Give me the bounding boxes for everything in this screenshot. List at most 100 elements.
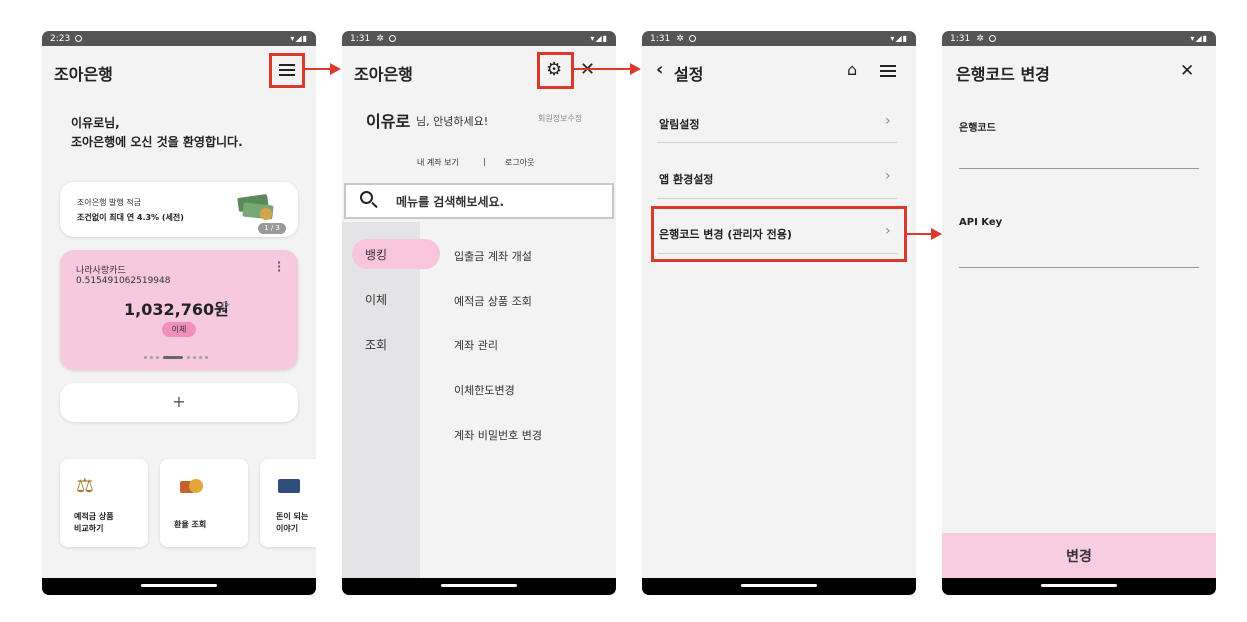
status-icon — [75, 35, 83, 42]
divider — [657, 142, 897, 143]
chevron-right-icon: › — [885, 113, 891, 129]
category-label: 뱅킹 — [365, 248, 388, 262]
home-indicator[interactable] — [141, 584, 217, 587]
promo-page-indicator: 1 / 3 — [258, 223, 286, 234]
link-separator: | — [483, 157, 486, 166]
app-title: 조아은행 — [54, 65, 113, 84]
account-balance: 1,032,760원 — [124, 300, 229, 319]
menu-screen: 1:31 ✲ ▾◢▮ 조아은행 ⚙ ✕ 이유로 님, 안녕하세요! 회원정보수정… — [342, 31, 616, 595]
refresh-icon[interactable]: ⟳ — [221, 299, 230, 312]
nav-bar — [342, 578, 616, 595]
account-number: 0.515491062519948 — [76, 276, 171, 286]
nav-bar — [942, 578, 1216, 595]
settings-row-notifications[interactable]: 알림설정 › — [657, 107, 897, 141]
promo-title: 조아은행 발행 적금 — [77, 198, 141, 207]
shortcut-compare-products[interactable]: ⚖ 예적금 상품 비교하기 — [60, 459, 148, 547]
bank-code-label: 은행코드 — [959, 123, 996, 134]
menu-item-deposit-products[interactable]: 예적금 상품 조회 — [454, 293, 532, 309]
row-label: 알림설정 — [659, 118, 700, 131]
greeting-welcome: 조아은행에 오신 것을 환영합니다. — [71, 135, 243, 149]
more-options-icon[interactable]: · · · — [277, 257, 281, 276]
settings-row-app-preferences[interactable]: 앱 환경설정 › — [657, 162, 897, 196]
nav-bar — [42, 578, 316, 595]
api-key-input[interactable] — [959, 237, 1199, 268]
shortcut-label: 환율 조회 — [174, 520, 207, 529]
submit-change-button[interactable]: 변경 — [942, 533, 1216, 578]
money-stack-icon — [237, 192, 278, 222]
menu-category-sidebar — [342, 222, 420, 578]
search-placeholder: 메뉴를 검색해보세요. — [396, 195, 505, 209]
status-icon: ✲ — [976, 33, 984, 44]
flow-arrow — [574, 68, 630, 70]
signal-battery-icon: ▾◢▮ — [890, 34, 908, 43]
shortcut-label: 이야기 — [276, 524, 299, 533]
api-key-label: API Key — [959, 217, 1003, 228]
submit-label: 변경 — [1066, 549, 1092, 565]
add-account-button[interactable]: + — [60, 383, 298, 422]
status-icon: ✲ — [676, 33, 684, 44]
home-screen: 2:23 ▾◢▮ 조아은행 이유로님, 조아은행에 오신 것을 환영합니다. 조… — [42, 31, 316, 595]
status-time: 2:23 — [50, 33, 71, 44]
shortcut-exchange-rate[interactable]: 환율 조회 — [160, 459, 248, 547]
shortcut-label: 돈이 되는 — [276, 512, 309, 521]
flow-arrow — [305, 68, 330, 70]
menu-item-open-account[interactable]: 입출금 계좌 개설 — [454, 248, 532, 264]
status-icon: ✲ — [376, 33, 384, 44]
highlight-hamburger — [269, 53, 305, 88]
menu-item-change-password[interactable]: 계좌 비밀번호 변경 — [454, 427, 542, 443]
menu-search-input[interactable]: 메뉴를 검색해보세요. — [344, 183, 614, 219]
row-label: 앱 환경설정 — [659, 173, 714, 186]
highlight-bank-code-row — [651, 206, 907, 262]
status-icon — [988, 35, 996, 42]
book-icon — [278, 479, 300, 493]
status-time: 1:31 — [950, 33, 971, 44]
bank-code-change-screen: 1:31 ✲ ▾◢▮ 은행코드 변경 ✕ 은행코드 API Key 변경 — [942, 31, 1216, 595]
flow-arrow-head — [630, 63, 641, 75]
shortcut-label: 비교하기 — [74, 524, 104, 533]
category-banking[interactable]: 뱅킹 — [352, 239, 440, 269]
status-bar: 2:23 ▾◢▮ — [42, 31, 316, 46]
status-bar: 1:31 ✲ ▾◢▮ — [342, 31, 616, 46]
status-time: 1:31 — [650, 33, 671, 44]
card-pager-dots — [144, 356, 214, 359]
promo-banner[interactable]: 조아은행 발행 적금 조건없이 최대 연 4.3% (세전) 1 / 3 — [60, 182, 298, 237]
bank-code-input[interactable] — [959, 139, 1199, 169]
shortcut-money-stories[interactable]: 돈이 되는 이야기 — [260, 459, 316, 547]
shortcut-label: 예적금 상품 — [74, 512, 114, 521]
transfer-button[interactable]: 이체 — [162, 322, 196, 337]
scale-icon: ⚖ — [76, 473, 94, 497]
category-inquiry[interactable]: 조회 — [365, 336, 387, 353]
status-bar: 1:31 ✲ ▾◢▮ — [942, 31, 1216, 46]
category-transfer[interactable]: 이체 — [365, 291, 387, 308]
edit-profile-link[interactable]: 회원정보수정 — [538, 113, 582, 124]
home-indicator[interactable] — [1041, 584, 1117, 587]
home-indicator[interactable] — [741, 584, 817, 587]
back-icon[interactable]: ‹ — [656, 59, 663, 80]
coin-icon — [180, 479, 204, 495]
account-name: 나라사랑카드 — [76, 266, 126, 276]
my-account-link[interactable]: 내 계좌 보기 — [417, 157, 459, 168]
search-icon — [360, 191, 380, 211]
hamburger-menu-icon[interactable] — [880, 65, 896, 77]
menu-item-account-management[interactable]: 계좌 관리 — [454, 337, 498, 353]
menu-item-transfer-limit[interactable]: 이체한도변경 — [454, 382, 515, 398]
status-icon — [688, 35, 696, 42]
home-indicator[interactable] — [441, 584, 517, 587]
user-greeting: 님, 안녕하세요! — [416, 115, 489, 128]
signal-battery-icon: ▾◢▮ — [290, 34, 308, 43]
chevron-right-icon: › — [885, 168, 891, 184]
divider — [657, 198, 897, 199]
account-card[interactable]: 나라사랑카드 0.515491062519948 · · · 1,032,760원 … — [60, 250, 298, 370]
status-time: 1:31 — [350, 33, 371, 44]
greeting-name: 이유로님, — [71, 116, 120, 130]
page-title: 은행코드 변경 — [956, 65, 1050, 84]
signal-battery-icon: ▾◢▮ — [1190, 34, 1208, 43]
close-icon[interactable]: ✕ — [1180, 61, 1194, 81]
settings-screen: 1:31 ✲ ▾◢▮ ‹ 설정 ⌂ 알림설정 › 앱 환경설정 › 은행코드 변… — [642, 31, 916, 595]
nav-bar — [642, 578, 916, 595]
flow-arrow — [907, 233, 931, 235]
flow-arrow-head — [931, 228, 942, 240]
flow-arrow-head — [330, 63, 341, 75]
home-icon[interactable]: ⌂ — [847, 60, 857, 79]
logout-link[interactable]: 로그아웃 — [505, 157, 534, 168]
